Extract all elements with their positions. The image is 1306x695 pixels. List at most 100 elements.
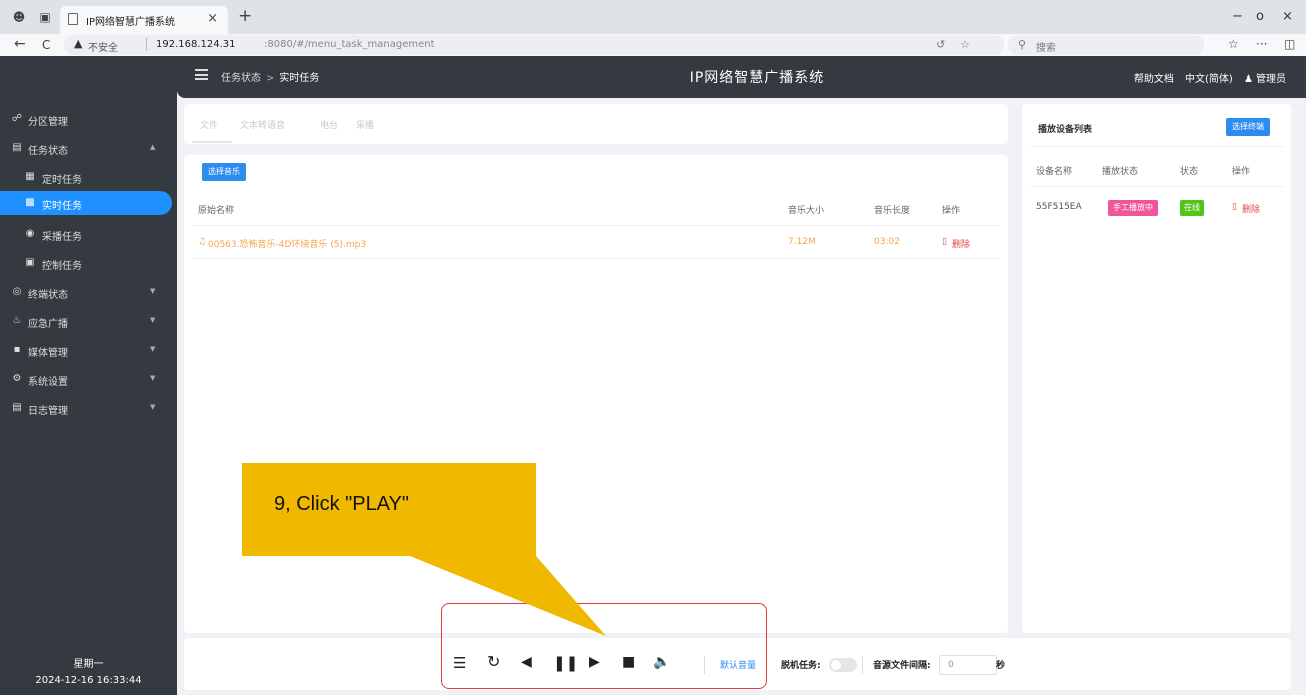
play-status-badge: 手工播放中 (1108, 200, 1158, 216)
browser-tab[interactable]: IP网络智慧广播系统 × (60, 6, 228, 34)
trash-icon: ▯ (942, 237, 947, 247)
more-menu-icon[interactable]: ··· (1256, 37, 1267, 51)
language-select[interactable]: 中文(简体) (1185, 74, 1233, 85)
column-header-length: 音乐长度 (874, 206, 911, 216)
chevron-down-icon: ▼ (150, 316, 156, 324)
sidebar-item-label: 实时任务 (42, 201, 82, 212)
interval-input[interactable]: 0 (939, 655, 997, 675)
user-menu[interactable]: 管理员 (1256, 74, 1286, 85)
sidebar-item-zone-management[interactable]: ☍ 分区管理 (0, 105, 177, 133)
column-header-size: 音乐大小 (788, 206, 825, 216)
delete-device-button[interactable]: 删除 (1242, 202, 1260, 215)
chevron-up-icon: ▲ (150, 143, 156, 151)
chevron-down-icon: ▼ (150, 345, 156, 353)
restore-button[interactable]: o (1256, 9, 1264, 24)
header-divider (192, 225, 1000, 226)
breadcrumb-separator: > (266, 73, 275, 84)
sidebar-item-emergency-broadcast[interactable]: ♨ 应急广播 ▼ (0, 307, 177, 335)
music-file-length: 03:02 (874, 237, 900, 247)
user-icon: ♟ (1244, 74, 1253, 85)
link-icon: ☍ (11, 113, 23, 124)
url-host: 192.168.124.31 (156, 39, 236, 50)
log-icon: ▤ (12, 402, 22, 413)
select-music-button[interactable]: 选择音乐 (202, 163, 246, 181)
page-icon (68, 13, 78, 25)
close-window-button[interactable]: × (1282, 9, 1293, 24)
device-list-title: 播放设备列表 (1038, 125, 1093, 135)
delete-music-button[interactable]: 删除 (952, 237, 970, 250)
sidebar-item-task-status[interactable]: ▤ 任务状态 ▲ (0, 134, 177, 162)
column-header-name: 原始名称 (198, 206, 235, 216)
column-header-device-name: 设备名称 (1036, 167, 1073, 177)
sidebar-item-system-settings[interactable]: ⚙ 系统设置 ▼ (0, 365, 177, 393)
sidebar-item-label: 媒体管理 (28, 348, 68, 359)
control-icon: ▣ (25, 257, 35, 268)
sidebar-item-media-management[interactable]: ▪ 媒体管理 ▼ (0, 336, 177, 364)
active-tab-indicator (192, 141, 232, 143)
minimize-button[interactable]: − (1232, 9, 1243, 24)
music-icon: ♫ (198, 237, 207, 247)
column-header-status: 状态 (1180, 167, 1199, 177)
tab-title: IP网络智慧广播系统 (86, 17, 175, 28)
sidebar-item-scheduled-task[interactable]: ▦ 定时任务 (0, 163, 177, 191)
interval-label: 音源文件间隔: (873, 661, 931, 671)
chevron-down-icon: ▼ (150, 374, 156, 382)
sidebar-item-capture-task[interactable]: ◉ 采播任务 (0, 220, 177, 248)
title-divider (1030, 146, 1283, 147)
media-icon: ▪ (13, 344, 21, 355)
gear-icon: ⚙ (12, 373, 22, 384)
sidebar-item-control-task[interactable]: ▣ 控制任务 (0, 249, 177, 277)
help-link[interactable]: 帮助文档 (1134, 74, 1174, 85)
chevron-down-icon: ▼ (150, 287, 156, 295)
highlight-box (441, 603, 767, 689)
sidebar-item-label: 日志管理 (28, 406, 68, 417)
reload-button[interactable]: C (42, 38, 50, 52)
profile-icon[interactable]: ☻ (12, 10, 26, 24)
header-divider (1030, 186, 1283, 187)
record-icon: ◉ (25, 228, 35, 239)
device-name: 55F515EA (1036, 202, 1082, 212)
url-field[interactable]: ▲ 不安全 192.168.124.31 :8080/#/menu_task_m… (64, 35, 1004, 55)
sidebar-item-label: 应急广播 (28, 319, 68, 330)
column-header-action: 操作 (942, 206, 961, 216)
sidebar-item-label: 控制任务 (42, 261, 82, 272)
tab-text-to-speech[interactable]: 文本转语音 (240, 118, 285, 131)
sidebar-item-label: 任务状态 (28, 146, 68, 157)
tab-radio[interactable]: 电台 (320, 118, 338, 131)
weekday: 星期一 (73, 659, 104, 670)
browser-search-field[interactable]: ⚲ 搜索 (1008, 35, 1204, 55)
tab-file[interactable]: 文件 (200, 118, 218, 131)
sidebar-item-label: 定时任务 (42, 175, 82, 186)
address-bar-row: ← C ▲ 不安全 192.168.124.31 :8080/#/menu_ta… (0, 34, 1306, 56)
select-terminal-button[interactable]: 选择终端 (1226, 118, 1270, 136)
sidebar-toggle-icon[interactable]: ◫ (1284, 37, 1295, 51)
sidebar-item-log-management[interactable]: ▤ 日志管理 ▼ (0, 394, 177, 422)
search-icon: ⚲ (1018, 38, 1027, 51)
sidebar-item-label: 系统设置 (28, 377, 68, 388)
chevron-down-icon: ▼ (150, 403, 156, 411)
music-file-name: 00563.恐怖音乐-4D环绕音乐 (5).mp3 (208, 240, 367, 250)
workspaces-icon[interactable]: ▣ (38, 10, 52, 24)
sidebar-item-label: 终端状态 (28, 290, 68, 301)
close-tab-icon[interactable]: × (207, 11, 218, 26)
breadcrumb: 任务状态 > 实时任务 (221, 69, 319, 84)
document-icon: ▤ (12, 142, 22, 153)
new-tab-button[interactable]: + (238, 6, 252, 26)
callout-text: 9, Click "PLAY" (274, 493, 409, 515)
tab-capture[interactable]: 采播 (356, 118, 374, 131)
sidebar-item-realtime-task[interactable]: ▩ 实时任务 (0, 191, 172, 215)
music-list-panel: 选择音乐 原始名称 音乐大小 音乐长度 操作 ♫ 00563.恐怖音乐-4D环绕… (184, 155, 1008, 633)
interval-unit: 秒 (996, 661, 1006, 671)
menu-toggle-icon[interactable] (195, 69, 208, 80)
tutorial-callout: 9, Click "PLAY" (242, 463, 536, 556)
translate-icon[interactable]: ↺ (936, 38, 945, 51)
back-button[interactable]: ← (14, 36, 26, 52)
breadcrumb-parent[interactable]: 任务状态 (221, 73, 261, 84)
offline-task-label: 脱机任务: (781, 661, 821, 671)
favorites-bar-icon[interactable]: ☆ (1228, 37, 1239, 51)
sidebar-item-terminal-status[interactable]: ◎ 终端状态 ▼ (0, 278, 177, 306)
page-title: IP网络智慧广播系统 (689, 70, 825, 86)
favorite-icon[interactable]: ☆ (960, 38, 970, 51)
calendar-icon: ▦ (25, 171, 35, 182)
offline-task-toggle[interactable] (829, 658, 857, 672)
